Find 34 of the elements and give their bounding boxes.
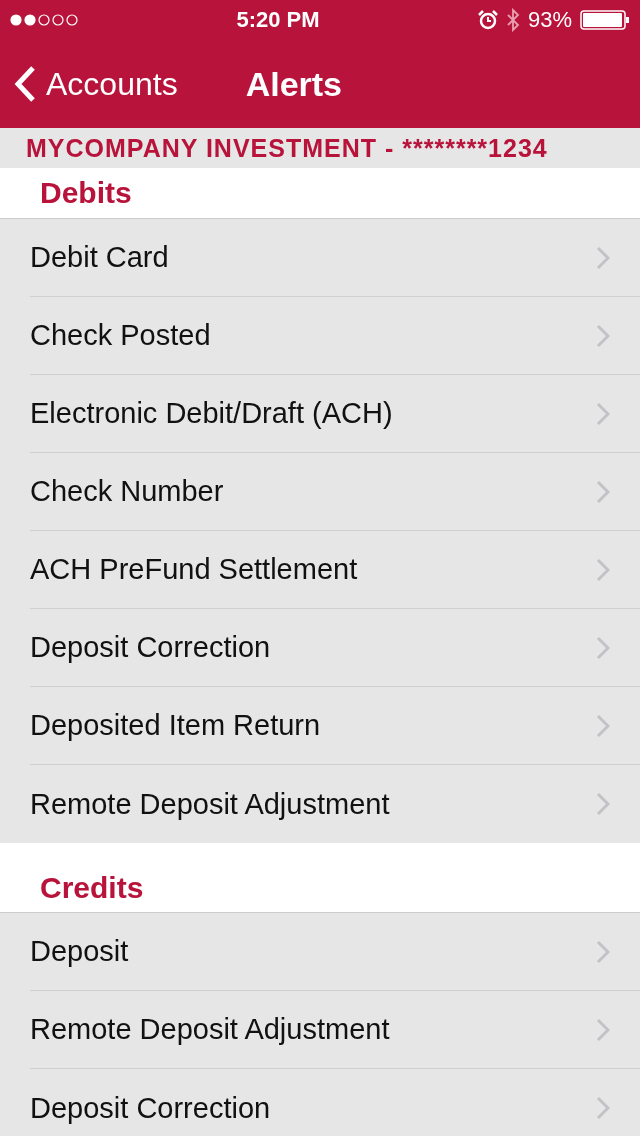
battery-percent: 93%	[527, 7, 572, 33]
section-header: Debits	[0, 168, 640, 219]
alert-row[interactable]: Deposit Correction	[30, 609, 640, 687]
alert-row[interactable]: Deposit	[30, 913, 640, 991]
status-time: 5:20 PM	[236, 7, 320, 33]
chevron-icon	[596, 713, 610, 738]
alert-row[interactable]: Deposit Correction	[30, 1069, 640, 1136]
alert-row[interactable]: Check Posted	[30, 297, 640, 375]
back-chevron-icon	[14, 65, 36, 103]
chevron-icon	[596, 635, 610, 660]
bluetooth-icon	[505, 8, 520, 32]
account-name: MYCOMPANY INVESTMENT - ********1234	[25, 132, 549, 164]
chevron-icon	[596, 245, 610, 270]
chevron-icon	[596, 792, 610, 816]
alert-row[interactable]: Remote Deposit Adjustment	[30, 765, 640, 843]
battery-icon	[580, 10, 630, 30]
chevron-icon	[596, 401, 610, 426]
alert-row[interactable]: Remote Deposit Adjustment	[30, 991, 640, 1069]
chevron-icon	[596, 323, 610, 348]
alert-row[interactable]: Deposited Item Return	[30, 687, 640, 765]
chevron-icon	[596, 1017, 610, 1042]
chevron-icon	[596, 479, 610, 504]
alert-row[interactable]: Check Number	[30, 453, 640, 531]
alarm-clock-icon	[477, 10, 498, 30]
signal-icon	[10, 14, 78, 26]
alert-row[interactable]: Debit Card	[30, 219, 640, 297]
alert-row[interactable]: ACH PreFund Settlement	[30, 531, 640, 609]
chevron-icon	[596, 1096, 610, 1120]
back-button[interactable]: Accounts	[14, 65, 178, 103]
section-header: Credits	[0, 843, 640, 913]
chevron-icon	[596, 557, 610, 582]
chevron-icon	[596, 939, 610, 964]
alert-row[interactable]: Electronic Debit/Draft (ACH)	[30, 375, 640, 453]
page-title: Alerts	[245, 64, 342, 104]
